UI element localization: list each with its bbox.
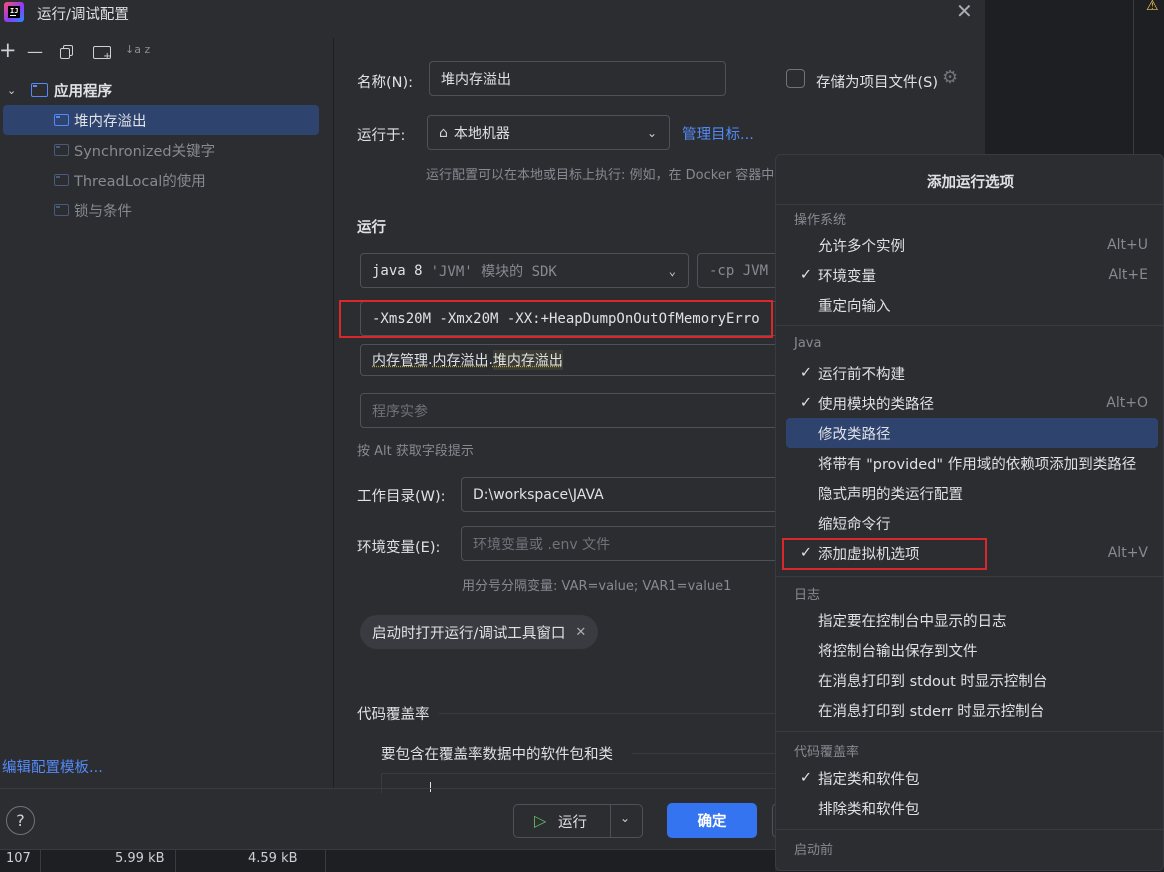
run-on-select[interactable]: ⌂ 本地机器 ⌄	[427, 115, 670, 150]
tree-group-label: 应用程序	[54, 83, 112, 100]
chevron-down-icon[interactable]: ⌄	[620, 811, 630, 825]
remove-config-icon[interactable]: —	[27, 42, 43, 61]
run-config-icon	[54, 204, 69, 216]
store-as-project-checkbox[interactable]	[786, 69, 805, 88]
run-button[interactable]: ▷ 运行 ⌄	[513, 804, 643, 838]
main-class-field[interactable]: 内存管理 . 内存溢出 . 堆内存溢出	[360, 344, 790, 376]
close-icon[interactable]: ✕	[575, 625, 586, 640]
coverage-divider	[632, 753, 782, 754]
menu-item-env-vars[interactable]: ✓ 环境变量 Alt+E	[786, 260, 1158, 290]
check-icon: ✓	[799, 395, 813, 411]
program-args-field[interactable]: 程序实参	[360, 393, 790, 428]
tree-group-application[interactable]: ⌄ 应用程序	[0, 75, 320, 105]
manage-targets-link[interactable]: 管理目标...	[682, 123, 754, 144]
status-divider	[325, 850, 326, 872]
name-field[interactable]: 堆内存溢出	[429, 61, 726, 96]
menu-item-implicit-class[interactable]: 隐式声明的类运行配置	[786, 478, 1158, 508]
warning-icon[interactable]: ⚠	[1146, 0, 1159, 14]
vm-options-highlight	[339, 300, 773, 338]
chevron-down-icon: ⌄	[646, 125, 657, 140]
menu-item-redirect-input[interactable]: 重定向输入	[786, 290, 1158, 320]
open-tool-window-chip[interactable]: 启动时打开运行/调试工具窗口 ✕	[360, 615, 599, 649]
run-config-icon	[54, 144, 69, 156]
check-icon: ✓	[799, 770, 813, 786]
tree-item-label: Synchronized关键字	[74, 143, 216, 160]
chevron-down-icon[interactable]: ⌄	[7, 84, 19, 97]
store-as-project-label[interactable]: 存储为项目文件(S)	[816, 71, 938, 92]
menu-section-before-launch: 启动前	[794, 843, 834, 858]
run-on-hint: 运行配置可以在本地或目标上执行: 例如，在 Docker 容器中或	[426, 168, 788, 183]
sort-icon[interactable]: ↓a z	[125, 43, 150, 56]
application-icon	[31, 83, 48, 97]
intellij-logo-icon: IJ	[4, 2, 24, 22]
tree-item-synchronized[interactable]: Synchronized关键字	[3, 135, 319, 165]
menu-item-show-stdout[interactable]: 在消息打印到 stdout 时显示控制台	[786, 665, 1158, 695]
run-config-icon	[54, 174, 69, 186]
gear-icon[interactable]: ⚙	[942, 67, 958, 88]
dialog-title: 运行/调试配置	[37, 7, 129, 23]
run-section-title: 运行	[357, 220, 386, 236]
config-tree-pane: + — + ↓a z ⌄ 应用程序 堆内存溢出 Synchronized关键字 …	[0, 38, 334, 788]
tree-item-threadlocal[interactable]: ThreadLocal的使用	[3, 165, 319, 195]
menu-item-module-classpath[interactable]: ✓ 使用模块的类路径 Alt+O	[786, 388, 1158, 418]
add-run-options-menu: 添加运行选项 操作系统 允许多个实例 Alt+U ✓ 环境变量 Alt+E 重定向输入…	[775, 154, 1164, 871]
add-vm-options-highlight	[782, 538, 987, 570]
coverage-divider	[439, 713, 779, 714]
tree-item-heap-overflow[interactable]: 堆内存溢出	[3, 105, 319, 135]
copy-config-icon[interactable]	[60, 45, 74, 60]
status-cell-3: 4.59 kB	[248, 851, 298, 866]
edit-templates-link[interactable]: 编辑配置模板...	[2, 756, 103, 777]
menu-item-exclude-classes[interactable]: 排除类和软件包	[786, 793, 1158, 823]
title-bar: IJ 运行/调试配置 ✕	[0, 0, 985, 26]
play-icon-outline: ▷	[534, 811, 547, 830]
menu-section-os: 操作系统	[794, 213, 847, 228]
menu-item-specify-logs[interactable]: 指定要在控制台中显示的日志	[786, 605, 1158, 635]
tree-item-label: 堆内存溢出	[74, 113, 147, 130]
menu-section-logs: 日志	[794, 588, 821, 603]
status-divider	[40, 850, 41, 872]
status-bar: 107 5.99 kB 4.59 kB	[0, 849, 775, 872]
coverage-section-title: 代码覆盖率	[357, 707, 430, 723]
ok-button[interactable]: 确定	[667, 803, 757, 838]
status-divider	[175, 850, 176, 872]
folder-add-icon[interactable]: +	[93, 46, 111, 62]
menu-item-shorten-cmdline[interactable]: 缩短命令行	[786, 508, 1158, 538]
check-icon: ✓	[799, 267, 813, 283]
menu-section-coverage: 代码覆盖率	[794, 745, 860, 760]
menu-item-save-console[interactable]: 将控制台输出保存到文件	[786, 635, 1158, 665]
env-hint: 用分号分隔变量: VAR=value; VAR1=value1	[462, 579, 732, 594]
add-config-icon[interactable]: +	[0, 40, 17, 61]
home-icon: ⌂	[439, 124, 448, 141]
close-icon[interactable]: ✕	[956, 1, 973, 21]
run-on-label: 运行于:	[357, 128, 406, 144]
menu-title: 添加运行选项	[927, 175, 1014, 191]
menu-item-no-build[interactable]: ✓ 运行前不构建	[786, 358, 1158, 388]
ide-divider	[1133, 0, 1134, 154]
chevron-down-icon: ⌄	[668, 263, 676, 278]
coverage-packages-label: 要包含在覆盖率数据中的软件包和类	[381, 747, 613, 763]
workdir-label: 工作目录(W):	[357, 489, 446, 505]
name-label: 名称(N):	[357, 75, 414, 91]
check-icon: ✓	[799, 365, 813, 381]
env-field[interactable]: 环境变量或 .env 文件	[461, 526, 791, 561]
menu-section-java: Java	[794, 336, 822, 351]
tree-item-label: ThreadLocal的使用	[74, 173, 206, 190]
status-cell-2: 5.99 kB	[115, 851, 165, 866]
workdir-field[interactable]: D:\workspace\JAVA	[461, 477, 791, 512]
tree-item-label: 锁与条件	[74, 203, 132, 220]
menu-item-modify-classpath[interactable]: 修改类路径	[786, 418, 1158, 448]
coverage-list[interactable]	[381, 773, 791, 793]
run-config-icon	[54, 114, 69, 126]
env-label: 环境变量(E):	[357, 540, 441, 556]
alt-hint: 按 Alt 获取字段提示	[357, 444, 474, 459]
menu-item-specify-classes[interactable]: ✓ 指定类和软件包	[786, 763, 1158, 793]
status-cell-1: 107	[6, 851, 31, 866]
tree-item-lock-condition[interactable]: 锁与条件	[3, 195, 319, 225]
menu-item-allow-multiple[interactable]: 允许多个实例 Alt+U	[786, 230, 1158, 260]
menu-item-provided-deps[interactable]: 将带有 "provided" 作用域的依赖项添加到类路径	[786, 448, 1158, 478]
menu-item-show-stderr[interactable]: 在消息打印到 stderr 时显示控制台	[786, 695, 1158, 725]
sdk-select[interactable]: java 8 'JVM' 模块的 SDK ⌄	[360, 253, 689, 288]
help-button[interactable]: ?	[6, 806, 35, 835]
